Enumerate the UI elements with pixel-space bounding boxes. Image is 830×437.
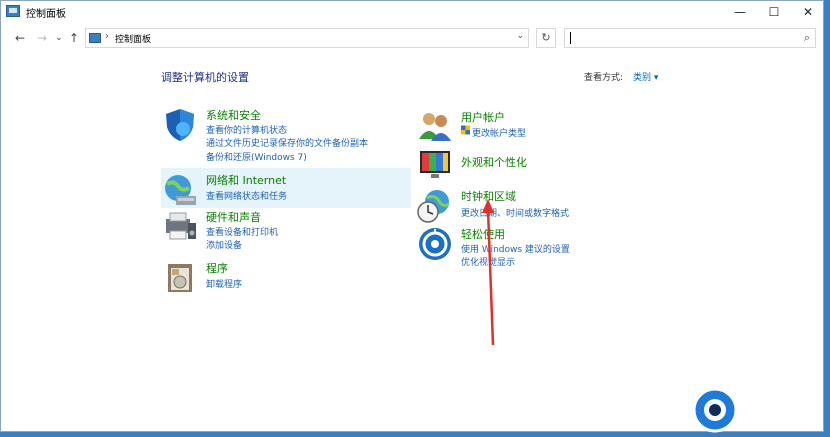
category-link[interactable]: 使用 Windows 建议的设置	[461, 242, 570, 255]
users-icon	[419, 113, 451, 141]
refresh-button[interactable]: ↻	[536, 28, 556, 48]
control-panel-icon	[6, 5, 20, 17]
category-link[interactable]: 更改帐户类型	[472, 126, 526, 139]
category-link[interactable]: 查看你的计算机状态	[206, 123, 287, 136]
control-panel-window: 控制面板 — ☐ ✕ ← → ⌄ ↑ › 控制面板 ⌄ ↻ ⌕ 调整计算机的设置…	[0, 0, 824, 432]
breadcrumb[interactable]: 控制面板	[115, 32, 151, 45]
maximize-button[interactable]: ☐	[757, 1, 791, 23]
printer-icon	[166, 212, 196, 240]
address-field[interactable]: › 控制面板 ⌄	[85, 28, 529, 48]
category-title[interactable]: 外观和个性化	[461, 154, 527, 170]
window-title: 控制面板	[26, 9, 66, 20]
search-input[interactable]: ⌕	[564, 28, 816, 48]
chevron-down-icon[interactable]: ⌄	[516, 31, 524, 41]
back-arrow-icon[interactable]: ←	[12, 30, 28, 46]
category-title[interactable]: 程序	[206, 260, 228, 276]
category-title[interactable]: 时钟和区域	[461, 188, 516, 204]
up-arrow-icon[interactable]: ↑	[66, 30, 82, 46]
programs-icon	[168, 264, 192, 292]
clock-globe-icon	[417, 190, 450, 223]
category-title[interactable]: 用户帐户	[461, 109, 505, 125]
category-title[interactable]: 硬件和声音	[206, 209, 261, 225]
category-link[interactable]: 通过文件历史记录保存你的文件备份副本	[206, 136, 368, 149]
watermark-text: 好装机	[739, 403, 805, 427]
category-link[interactable]: 查看设备和打印机	[206, 225, 278, 238]
monitor-icon	[420, 151, 450, 178]
recent-locations-icon[interactable]: ⌄	[51, 30, 67, 46]
category-link[interactable]: 备份和还原(Windows 7)	[206, 150, 307, 163]
category-link[interactable]: 卸载程序	[206, 277, 242, 290]
text-caret	[570, 32, 571, 44]
forward-arrow-icon[interactable]: →	[34, 30, 50, 46]
category-link[interactable]: 优化视觉显示	[461, 255, 515, 268]
page-title: 调整计算机的设置	[161, 71, 249, 84]
category-title[interactable]: 系统和安全	[206, 107, 261, 123]
uac-shield-icon	[461, 125, 470, 135]
category-link[interactable]: 查看网络状态和任务	[206, 189, 287, 202]
control-panel-icon	[89, 33, 101, 43]
view-by-dropdown[interactable]: 类别 ▾	[633, 70, 658, 83]
chevron-right-icon[interactable]: ›	[105, 31, 109, 42]
shield-icon	[166, 109, 194, 141]
watermark-logo-icon	[692, 387, 738, 433]
category-link[interactable]: 添加设备	[206, 238, 242, 251]
close-button[interactable]: ✕	[791, 1, 825, 23]
view-by-label: 查看方式:	[584, 73, 624, 83]
navigation-bar: ← → ⌄ ↑ › 控制面板 ⌄ ↻ ⌕	[1, 27, 823, 49]
annotation-arrow	[482, 199, 495, 346]
title-bar: 控制面板 — ☐ ✕	[1, 1, 823, 23]
search-icon[interactable]: ⌕	[804, 31, 810, 45]
minimize-button[interactable]: —	[723, 1, 757, 23]
category-link[interactable]: 更改日期、时间或数字格式	[461, 206, 569, 219]
category-title[interactable]: 网络和 Internet	[206, 172, 286, 188]
watermark: 好装机	[692, 385, 822, 435]
category-title[interactable]: 轻松使用	[461, 226, 505, 242]
accessibility-icon	[419, 228, 451, 260]
network-globe-icon	[165, 175, 196, 205]
